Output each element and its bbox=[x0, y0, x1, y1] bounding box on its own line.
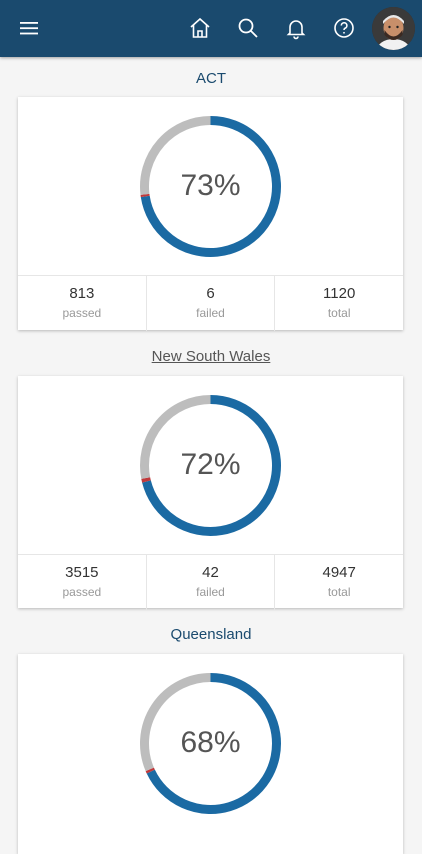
pass-rate-donut-chart bbox=[139, 115, 282, 258]
failed-segment bbox=[150, 769, 151, 771]
stats-row: 3515 passed 42 failed 4947 total bbox=[18, 554, 403, 610]
pass-rate-donut-chart bbox=[139, 672, 282, 815]
remaining-segment bbox=[145, 678, 211, 770]
total-stat: 1120 total bbox=[275, 276, 403, 331]
home-icon[interactable] bbox=[182, 10, 218, 46]
region-card-act[interactable]: 73% 813 passed 6 failed 1120 total bbox=[18, 97, 403, 330]
search-icon[interactable] bbox=[230, 10, 266, 46]
help-icon[interactable] bbox=[326, 10, 362, 46]
failed-stat: 6 failed bbox=[147, 276, 276, 331]
total-stat: 4947 total bbox=[275, 555, 403, 610]
pass-rate-donut-chart bbox=[139, 394, 282, 537]
region-card-queensland[interactable]: 68% bbox=[18, 654, 403, 854]
top-app-bar bbox=[0, 0, 422, 57]
failed-label: failed bbox=[147, 583, 275, 601]
total-count: 4947 bbox=[275, 564, 403, 582]
total-label: total bbox=[275, 304, 403, 322]
passed-stat: 3515 passed bbox=[18, 555, 147, 610]
passed-label: passed bbox=[18, 304, 146, 322]
bell-icon[interactable] bbox=[278, 10, 314, 46]
region-title-act: ACT bbox=[0, 70, 422, 87]
failed-segment bbox=[146, 478, 147, 481]
total-label: total bbox=[275, 583, 403, 601]
passed-count: 813 bbox=[18, 285, 146, 303]
failed-count: 42 bbox=[147, 564, 275, 582]
passed-count: 3515 bbox=[18, 564, 146, 582]
failed-count: 6 bbox=[147, 285, 275, 303]
failed-stat: 42 failed bbox=[147, 555, 276, 610]
remaining-segment bbox=[145, 121, 211, 195]
stats-row: 813 passed 6 failed 1120 total bbox=[18, 275, 403, 331]
region-title-new-south-wales[interactable]: New South Wales bbox=[0, 348, 422, 365]
passed-label: passed bbox=[18, 583, 146, 601]
region-card-new-south-wales[interactable]: 72% 3515 passed 42 failed 4947 total bbox=[18, 376, 403, 608]
hamburger-menu-icon[interactable] bbox=[11, 10, 47, 46]
region-title-queensland: Queensland bbox=[0, 626, 422, 643]
passed-stat: 813 passed bbox=[18, 276, 147, 331]
remaining-segment bbox=[145, 400, 211, 479]
failed-label: failed bbox=[147, 304, 275, 322]
total-count: 1120 bbox=[275, 285, 403, 303]
user-avatar[interactable] bbox=[372, 7, 415, 50]
